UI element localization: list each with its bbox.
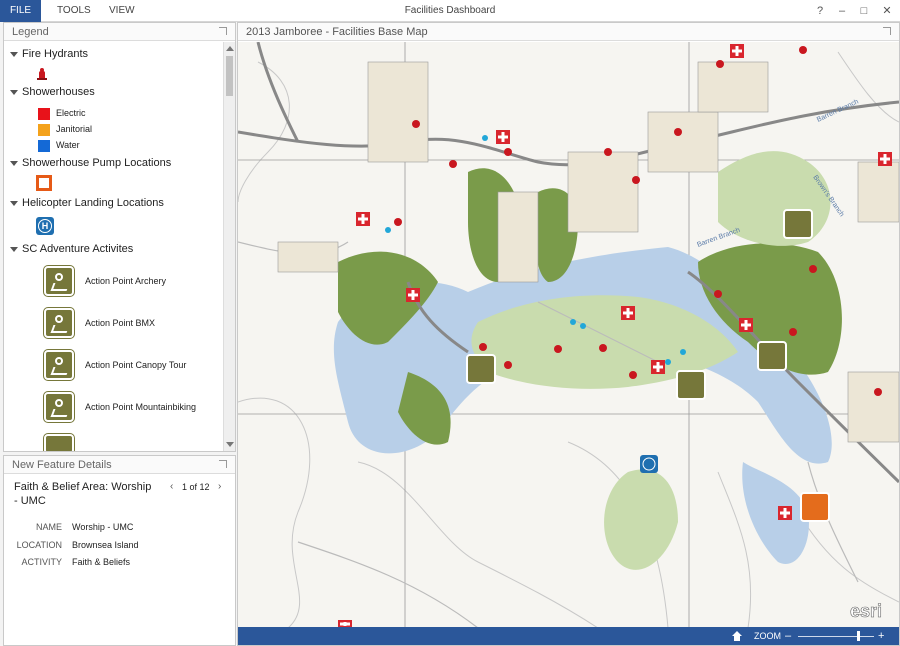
attr-value-activity: Faith & Beliefs [72, 557, 131, 567]
map-panel: 2013 Jamboree - Facilities Base Map Barr… [237, 22, 900, 646]
cross-icon [623, 311, 633, 315]
legend-group-label: Fire Hydrants [22, 48, 89, 60]
collapse-triangle-icon [10, 160, 18, 166]
activity-icon-partial [44, 434, 74, 451]
legend-group-label: Showerhouses [22, 86, 95, 98]
esri-logo: esri [850, 601, 882, 621]
helicopter-landing-icon: H [36, 217, 54, 235]
legend-group-label: SC Adventure Activites [22, 243, 134, 255]
cross-icon [358, 217, 368, 221]
menu-file[interactable]: FILE [0, 0, 41, 22]
close-button[interactable]: ✕ [876, 0, 898, 22]
legend-group-helicopter[interactable]: Helicopter Landing Locations [10, 197, 164, 209]
title-bar: FILE TOOLS VIEW Facilities Dashboard ? –… [0, 0, 900, 22]
pin-icon[interactable] [883, 27, 891, 35]
legend-group-label: Helicopter Landing Locations [22, 197, 164, 209]
map-header: 2013 Jamboree - Facilities Base Map [238, 23, 899, 41]
cross-icon [880, 157, 890, 161]
minimize-button[interactable]: – [831, 0, 853, 22]
attr-key-activity: ACTIVITY [21, 557, 62, 567]
next-feature-button[interactable]: › [218, 480, 221, 494]
zoom-label: ZOOM [754, 631, 781, 641]
collapse-triangle-icon [10, 246, 18, 252]
scroll-thumb[interactable] [226, 56, 233, 96]
scroll-down-icon[interactable] [226, 442, 234, 447]
legend-item-label: Janitorial [56, 124, 93, 134]
map-title: 2013 Jamboree - Facilities Base Map [246, 26, 428, 38]
cross-icon [408, 293, 418, 297]
legend-panel: Legend Fire Hydrants Showerhouses Electr… [3, 22, 236, 452]
legend-group-pumps[interactable]: Showerhouse Pump Locations [10, 157, 171, 169]
activity-label-mountainbiking: Action Point Mountainbiking [85, 402, 197, 412]
map-footer: ZOOM – + [238, 627, 899, 645]
help-button[interactable]: ? [809, 0, 831, 22]
hydrant-icon [37, 68, 47, 80]
menu-tools[interactable]: TOOLS [57, 0, 91, 22]
legend-item-water: Water [38, 138, 80, 152]
cross-icon [780, 511, 790, 515]
pump-map-icon [800, 492, 830, 522]
map-canvas[interactable]: Barren Branch Barren Branch Brown's Bran… [238, 42, 899, 628]
legend-title: Legend [12, 26, 49, 38]
heli-marker [640, 455, 658, 473]
collapse-triangle-icon [10, 89, 18, 95]
archery-icon [44, 266, 74, 296]
attr-key-location: LOCATION [16, 540, 62, 550]
scroll-up-icon[interactable] [226, 46, 234, 51]
attr-value-location: Brownsea Island [72, 540, 139, 550]
bmx-map-icon [783, 209, 813, 239]
cross-icon [732, 49, 742, 53]
mountainbike-map-icon [757, 341, 787, 371]
cross-icon [340, 622, 350, 626]
legend-body: Fire Hydrants Showerhouses Electric Jani… [4, 42, 226, 451]
legend-group-hydrants[interactable]: Fire Hydrants [10, 48, 88, 60]
zoom-out-button[interactable]: – [785, 627, 791, 645]
legend-group-adventure[interactable]: SC Adventure Activites [10, 243, 133, 255]
menu-view[interactable]: VIEW [109, 0, 135, 22]
heli-glyph: H [38, 219, 52, 233]
legend-header: Legend [4, 23, 235, 41]
legend-group-label: Showerhouse Pump Locations [22, 157, 172, 169]
pin-icon[interactable] [219, 460, 227, 468]
feature-title: Faith & Belief Area: Worship - UMC [14, 481, 152, 507]
prev-feature-button[interactable]: ‹ [170, 480, 173, 494]
legend-item-label: Water [56, 140, 80, 150]
cross-icon [653, 365, 663, 369]
details-header: New Feature Details [4, 456, 235, 474]
attr-key-name: NAME [35, 522, 62, 532]
activity-label-archery: Action Point Archery [85, 276, 167, 286]
zoom-in-button[interactable]: + [878, 627, 884, 645]
collapse-triangle-icon [10, 200, 18, 206]
legend-item-janitorial: Janitorial [38, 122, 92, 136]
activity-label-bmx: Action Point BMX [85, 318, 156, 328]
maximize-button[interactable]: □ [853, 0, 875, 22]
pin-icon[interactable] [219, 27, 227, 35]
canopy-map-icon [676, 370, 706, 400]
cross-icon [498, 135, 508, 139]
mountainbiking-icon [44, 392, 74, 422]
water-swatch [38, 139, 50, 152]
legend-item-label: Electric [56, 108, 86, 118]
electric-swatch [38, 107, 50, 120]
home-icon[interactable] [732, 631, 742, 641]
archery-map-icon [466, 354, 496, 384]
activity-label-canopy: Action Point Canopy Tour [85, 360, 187, 370]
zoom-thumb[interactable] [857, 631, 861, 641]
canopy-tour-icon [44, 350, 74, 380]
legend-scrollbar[interactable] [223, 42, 235, 451]
app-title: Facilities Dashboard [404, 5, 496, 16]
collapse-triangle-icon [10, 51, 18, 57]
pump-location-icon [36, 175, 52, 191]
legend-item-electric: Electric [38, 106, 86, 120]
bmx-icon [44, 308, 74, 338]
legend-group-showerhouses[interactable]: Showerhouses [10, 86, 95, 98]
cross-icon [741, 323, 751, 327]
janitorial-swatch [38, 123, 50, 136]
attr-value-name: Worship - UMC [72, 522, 134, 532]
feature-details-panel: New Feature Details Faith & Belief Area:… [3, 455, 236, 646]
feature-pager: 1 of 12 [182, 482, 210, 492]
details-title: New Feature Details [12, 459, 112, 471]
zoom-slider[interactable] [798, 636, 874, 637]
